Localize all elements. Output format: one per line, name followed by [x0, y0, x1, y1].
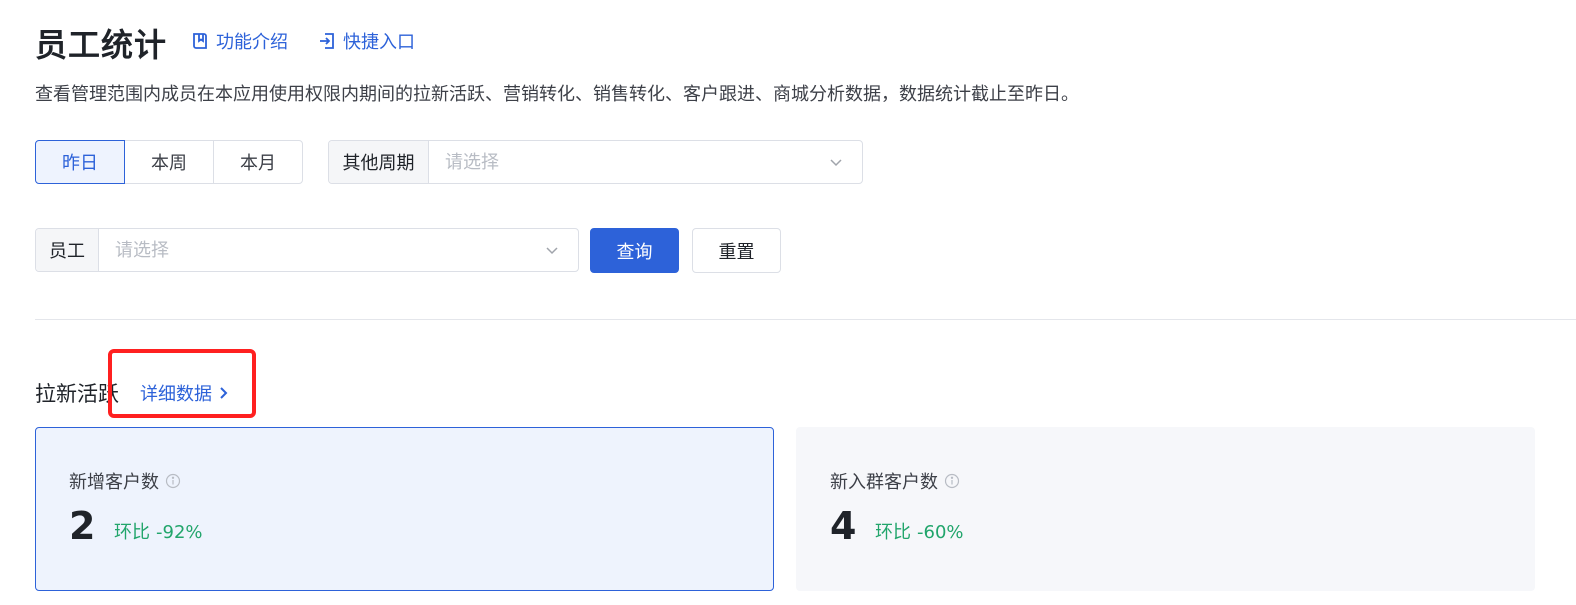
stat-label-row: 新增客户数: [69, 468, 181, 494]
page-title: 员工统计: [35, 26, 168, 64]
feature-intro-label: 功能介绍: [216, 32, 288, 53]
info-icon[interactable]: [165, 473, 181, 489]
employee-input[interactable]: [99, 229, 578, 271]
change-value: -60%: [917, 522, 964, 543]
chevron-down-icon: [830, 159, 842, 167]
detail-data-label: 详细数据: [140, 384, 212, 405]
other-period-select: 其他周期: [328, 140, 863, 184]
change-value: -92%: [156, 522, 203, 543]
employee-prefix: 员工: [36, 229, 99, 271]
stat-value: 2: [69, 504, 96, 548]
quick-entry-link[interactable]: 快捷入口: [317, 28, 415, 54]
stat-change: 环比 -92%: [114, 518, 203, 544]
stat-label: 新增客户数: [69, 472, 159, 493]
change-label: 环比: [875, 522, 911, 543]
chevron-down-icon: [546, 247, 558, 255]
tab-this-month[interactable]: 本月: [213, 140, 303, 184]
detail-data-link[interactable]: 详细数据: [140, 380, 230, 406]
stat-label-row: 新入群客户数: [830, 468, 960, 494]
stat-value: 4: [830, 504, 857, 548]
stat-change: 环比 -60%: [875, 518, 964, 544]
section-divider: [35, 319, 1576, 320]
tab-yesterday[interactable]: 昨日: [35, 140, 125, 184]
info-icon[interactable]: [944, 473, 960, 489]
book-icon: [193, 33, 207, 49]
tab-this-week[interactable]: 本周: [124, 140, 214, 184]
query-button[interactable]: 查询: [590, 228, 679, 273]
section-title: 拉新活跃: [35, 382, 119, 406]
quick-entry-label: 快捷入口: [343, 32, 415, 53]
other-period-prefix: 其他周期: [329, 141, 429, 183]
employee-dropdown[interactable]: [99, 229, 578, 271]
reset-button[interactable]: 重置: [692, 228, 781, 273]
stat-card-new-group-customers[interactable]: 新入群客户数 4 环比 -60%: [796, 427, 1535, 591]
other-period-dropdown[interactable]: [429, 141, 862, 183]
stat-card-new-customers[interactable]: 新增客户数 2 环比 -92%: [35, 427, 774, 591]
enter-icon: [320, 33, 334, 49]
other-period-input[interactable]: [429, 141, 862, 183]
employee-select: 员工: [35, 228, 579, 272]
chevron-right-icon: [220, 387, 228, 399]
change-label: 环比: [114, 522, 150, 543]
stat-label: 新入群客户数: [830, 472, 938, 493]
page-description: 查看管理范围内成员在本应用使用权限内期间的拉新活跃、营销转化、销售转化、客户跟进…: [35, 84, 1079, 105]
feature-intro-link[interactable]: 功能介绍: [190, 28, 288, 54]
period-tabs: 昨日 本周 本月: [35, 140, 303, 184]
